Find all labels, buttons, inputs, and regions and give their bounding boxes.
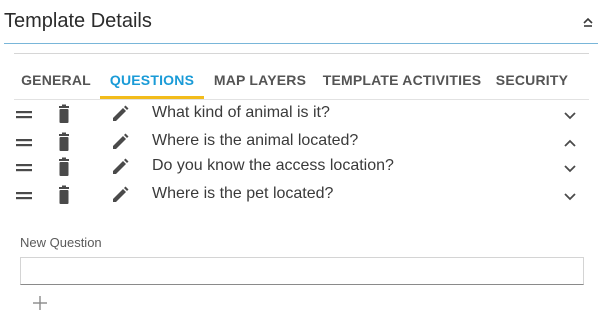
tab-security[interactable]: SECURITY [492,64,572,98]
collapse-panel-button[interactable] [580,14,596,30]
add-question-button[interactable] [31,294,49,312]
question-row: Where is the animal located? [0,129,600,155]
trash-icon[interactable] [53,184,75,206]
pencil-icon[interactable] [109,156,131,178]
panel-header: Template Details [0,0,600,44]
chevron-up-icon [564,139,576,147]
header-divider [4,43,598,44]
tab-template-activities[interactable]: TEMPLATE ACTIVITIES [320,64,484,98]
question-text: Do you know the access location? [152,157,394,174]
expand-question-button[interactable] [561,159,579,177]
plus-icon [33,296,47,310]
drag-handle-icon[interactable] [13,103,35,125]
new-question-label: New Question [20,235,102,250]
drag-handle-icon[interactable] [13,184,35,206]
panel-title: Template Details [4,10,152,32]
question-text: Where is the animal located? [152,132,359,149]
question-text: Where is the pet located? [152,185,334,202]
pencil-icon[interactable] [109,184,131,206]
tabs-top-divider [14,53,589,54]
tab-general[interactable]: GENERAL [14,64,98,98]
tabs-bottom-divider [14,99,589,100]
chevron-down-icon [564,193,576,201]
new-question-input[interactable] [20,257,584,285]
question-row: Do you know the access location? [0,154,600,180]
question-row: Where is the pet located? [0,182,600,208]
chevron-down-icon [564,165,576,173]
drag-handle-icon[interactable] [13,156,35,178]
trash-icon[interactable] [53,131,75,153]
chevron-up-icon [583,17,593,27]
collapse-question-button[interactable] [561,134,579,152]
expand-question-button[interactable] [561,106,579,124]
pencil-icon[interactable] [109,103,131,125]
trash-icon[interactable] [53,103,75,125]
trash-icon[interactable] [53,156,75,178]
drag-handle-icon[interactable] [13,131,35,153]
tab-map-layers[interactable]: MAP LAYERS [210,64,310,98]
chevron-down-icon [564,112,576,120]
question-row: What kind of animal is it? [0,101,600,127]
expand-question-button[interactable] [561,187,579,205]
tab-questions[interactable]: QUESTIONS [100,64,204,98]
question-text: What kind of animal is it? [152,104,330,121]
pencil-icon[interactable] [109,131,131,153]
tab-bar: GENERAL QUESTIONS MAP LAYERS TEMPLATE AC… [14,64,589,100]
